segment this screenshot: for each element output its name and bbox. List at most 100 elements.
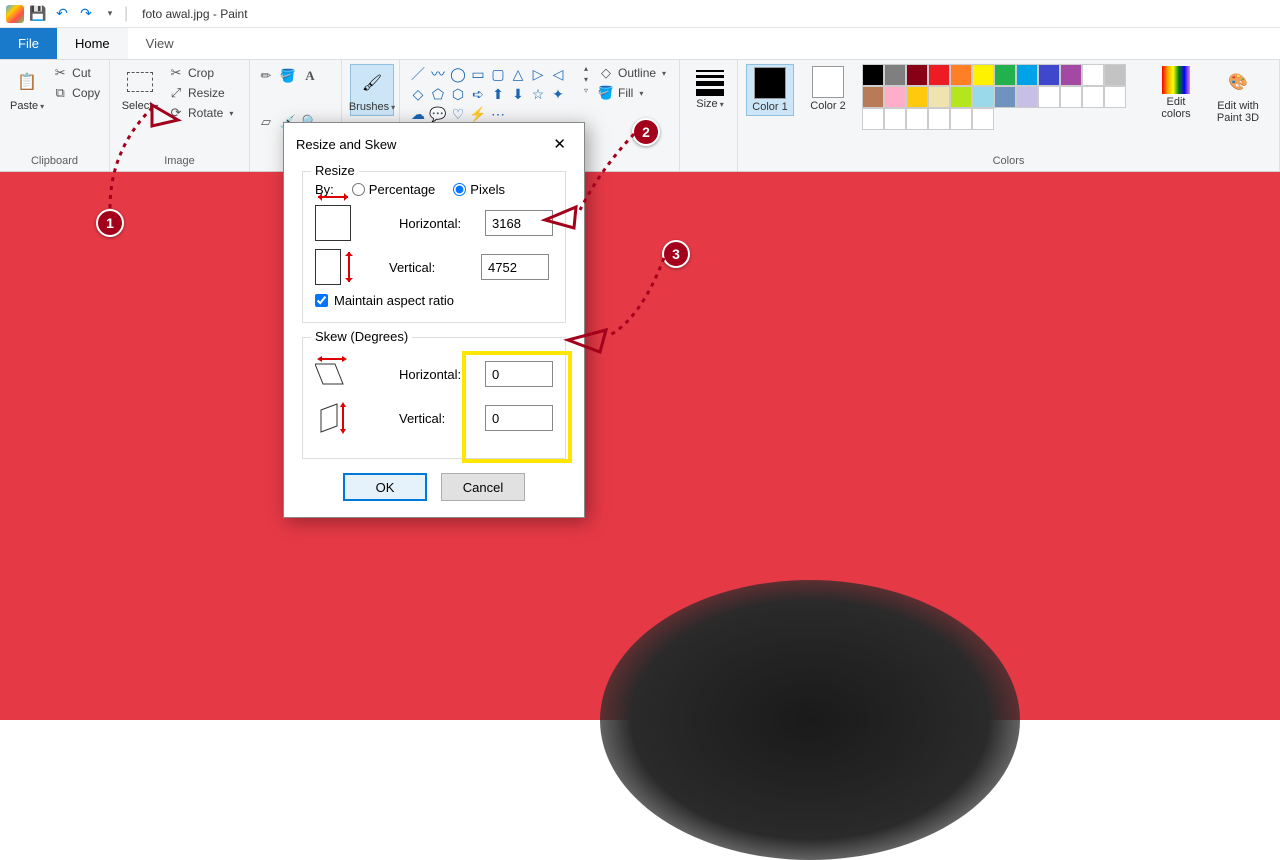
skew-h-icon: [315, 356, 351, 392]
ribbon-tabs: File Home View: [0, 28, 1280, 60]
copy-icon: ⧉: [52, 85, 68, 101]
rotate-button[interactable]: ⟳Rotate▾: [166, 104, 235, 122]
dialog-title: Resize and Skew: [296, 137, 396, 152]
close-button[interactable]: ✕: [547, 133, 572, 155]
ribbon: 📋 Paste▾ ✂Cut ⧉Copy Clipboard Select▾ ✂C…: [0, 60, 1280, 172]
pencil-icon[interactable]: ✏: [258, 68, 274, 84]
color-swatch-empty[interactable]: [1082, 86, 1104, 108]
color-swatch[interactable]: [1016, 64, 1038, 86]
resize-legend: Resize: [311, 163, 359, 178]
color-swatch[interactable]: [862, 64, 884, 86]
color-swatch-empty[interactable]: [862, 108, 884, 130]
bucket-icon[interactable]: 🪣: [280, 68, 296, 84]
paste-button[interactable]: 📋 Paste▾: [8, 64, 46, 114]
color-palette[interactable]: [862, 64, 1142, 130]
brushes-button[interactable]: 🖌 Brushes▾: [350, 64, 394, 116]
resize-skew-dialog: Resize and Skew ✕ Resize By: Percentage …: [283, 122, 585, 518]
crop-button[interactable]: ✂Crop: [166, 64, 235, 82]
tab-home[interactable]: Home: [57, 28, 128, 59]
tab-view[interactable]: View: [128, 28, 192, 59]
window-title: foto awal.jpg - Paint: [142, 7, 247, 21]
shapes-gallery[interactable]: ／〰◯▭▢△▷ ◁◇⬠⬡➪⬆⬇ ☆✦☁💬♡⚡⋯: [408, 64, 578, 124]
skew-fieldset: Skew (Degrees) Horizontal: Vertical:: [302, 337, 566, 459]
shapes-scroll-up[interactable]: ▴: [584, 64, 588, 73]
color-swatch[interactable]: [994, 64, 1016, 86]
fill-button[interactable]: 🪣Fill▾: [596, 84, 668, 102]
eraser-icon[interactable]: ▱: [258, 114, 274, 130]
aspect-checkbox[interactable]: [315, 294, 328, 307]
annotation-badge-1: 1: [96, 209, 124, 237]
brush-icon: 🖌: [356, 67, 388, 99]
ok-button[interactable]: OK: [343, 473, 427, 501]
color-swatch[interactable]: [862, 86, 884, 108]
vertical-input[interactable]: [481, 254, 549, 280]
group-clipboard: 📋 Paste▾ ✂Cut ⧉Copy Clipboard: [0, 60, 110, 171]
qat-dropdown-icon[interactable]: ▾: [102, 6, 118, 22]
color-swatch-empty[interactable]: [928, 108, 950, 130]
color-swatch[interactable]: [884, 64, 906, 86]
color-swatch[interactable]: [884, 86, 906, 108]
horizontal-label: Horizontal:: [399, 216, 473, 231]
radio-percentage[interactable]: Percentage: [352, 182, 436, 197]
radio-pixels[interactable]: Pixels: [453, 182, 505, 197]
color-swatch-empty[interactable]: [1038, 86, 1060, 108]
group-label-image: Image: [118, 153, 241, 169]
image-content: [600, 580, 1020, 860]
color-swatch[interactable]: [994, 86, 1016, 108]
cancel-button[interactable]: Cancel: [441, 473, 525, 501]
color-swatch[interactable]: [972, 86, 994, 108]
color-swatch[interactable]: [1104, 64, 1126, 86]
outline-icon: ◇: [598, 65, 614, 81]
copy-button[interactable]: ⧉Copy: [50, 84, 102, 102]
color-swatch[interactable]: [906, 64, 928, 86]
color-swatch[interactable]: [950, 86, 972, 108]
color-swatch-empty[interactable]: [906, 108, 928, 130]
resize-button[interactable]: ⤢Resize: [166, 84, 235, 102]
skew-h-input[interactable]: [485, 361, 553, 387]
color-swatch[interactable]: [906, 86, 928, 108]
color-swatch-empty[interactable]: [1104, 86, 1126, 108]
size-button[interactable]: Size▾: [688, 64, 732, 112]
color-swatch-empty[interactable]: [884, 108, 906, 130]
vertical-dim-icon: [315, 249, 341, 285]
color-swatch-empty[interactable]: [972, 108, 994, 130]
paste-label: Paste: [10, 100, 38, 112]
color-swatch[interactable]: [1060, 64, 1082, 86]
shapes-expand[interactable]: ▿: [584, 86, 588, 95]
stroke-icon: [690, 66, 730, 96]
paint3d-button[interactable]: 🎨 Edit with Paint 3D: [1210, 64, 1266, 126]
tab-file[interactable]: File: [0, 28, 57, 59]
cut-button[interactable]: ✂Cut: [50, 64, 102, 82]
titlebar: 💾 ↶ ↷ ▾ | foto awal.jpg - Paint: [0, 0, 1280, 28]
shapes-scroll-down[interactable]: ▾: [584, 75, 588, 84]
redo-icon[interactable]: ↷: [78, 6, 94, 22]
color-swatch-empty[interactable]: [950, 108, 972, 130]
color2-button[interactable]: Color 2: [804, 64, 852, 114]
edit-colors-button[interactable]: Edit colors: [1152, 64, 1200, 122]
outline-button[interactable]: ◇Outline▾: [596, 64, 668, 82]
vertical-label: Vertical:: [389, 260, 469, 275]
resize-fieldset: Resize By: Percentage Pixels Horizontal:…: [302, 171, 566, 323]
color-swatch[interactable]: [950, 64, 972, 86]
color-swatch[interactable]: [1016, 86, 1038, 108]
horizontal-input[interactable]: [485, 210, 553, 236]
save-icon[interactable]: 💾: [30, 6, 46, 22]
color-swatch-empty[interactable]: [1060, 86, 1082, 108]
color-swatch[interactable]: [1038, 64, 1060, 86]
canvas[interactable]: [0, 172, 1280, 720]
annotation-badge-3: 3: [662, 240, 690, 268]
color-swatch[interactable]: [1082, 64, 1104, 86]
color-swatch[interactable]: [928, 64, 950, 86]
undo-icon[interactable]: ↶: [54, 6, 70, 22]
color-swatch[interactable]: [972, 64, 994, 86]
skew-v-label: Vertical:: [399, 411, 473, 426]
text-icon[interactable]: A: [302, 68, 318, 84]
select-button[interactable]: Select▾: [118, 64, 162, 114]
color-swatch[interactable]: [928, 86, 950, 108]
color1-button[interactable]: Color 1: [746, 64, 794, 116]
annotation-badge-2: 2: [632, 118, 660, 146]
group-label-colors: Colors: [746, 153, 1271, 169]
skew-v-input[interactable]: [485, 405, 553, 431]
group-image: Select▾ ✂Crop ⤢Resize ⟳Rotate▾ Image: [110, 60, 250, 171]
group-colors: Color 1 Color 2 Edit colors 🎨 Edit with …: [738, 60, 1280, 171]
